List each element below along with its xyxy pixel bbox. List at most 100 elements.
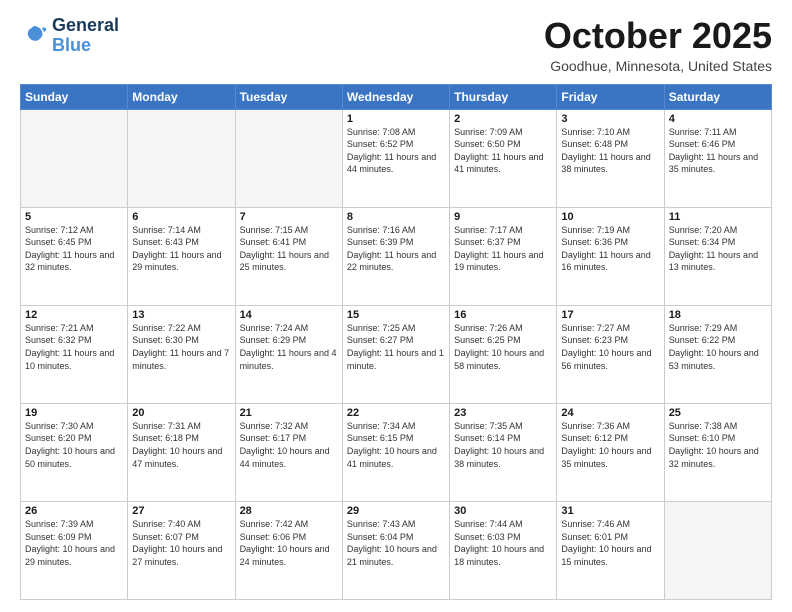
calendar-cell: 23Sunrise: 7:35 AM Sunset: 6:14 PM Dayli… [450,403,557,501]
day-number: 7 [240,211,338,223]
day-info: Sunrise: 7:38 AM Sunset: 6:10 PM Dayligh… [669,420,767,470]
calendar-day-header: Monday [128,84,235,109]
title-area: October 2025 Goodhue, Minnesota, United … [544,16,772,74]
location: Goodhue, Minnesota, United States [544,58,772,74]
day-number: 17 [561,309,659,321]
day-info: Sunrise: 7:10 AM Sunset: 6:48 PM Dayligh… [561,126,659,176]
day-info: Sunrise: 7:25 AM Sunset: 6:27 PM Dayligh… [347,322,445,372]
month-title: October 2025 [544,16,772,56]
calendar-cell: 1Sunrise: 7:08 AM Sunset: 6:52 PM Daylig… [342,109,449,207]
day-number: 22 [347,407,445,419]
calendar-cell: 27Sunrise: 7:40 AM Sunset: 6:07 PM Dayli… [128,501,235,599]
calendar-cell: 4Sunrise: 7:11 AM Sunset: 6:46 PM Daylig… [664,109,771,207]
calendar-cell: 9Sunrise: 7:17 AM Sunset: 6:37 PM Daylig… [450,207,557,305]
day-info: Sunrise: 7:43 AM Sunset: 6:04 PM Dayligh… [347,518,445,568]
calendar-day-header: Tuesday [235,84,342,109]
day-number: 18 [669,309,767,321]
day-number: 23 [454,407,552,419]
day-info: Sunrise: 7:46 AM Sunset: 6:01 PM Dayligh… [561,518,659,568]
day-info: Sunrise: 7:44 AM Sunset: 6:03 PM Dayligh… [454,518,552,568]
calendar-cell: 21Sunrise: 7:32 AM Sunset: 6:17 PM Dayli… [235,403,342,501]
calendar-cell: 30Sunrise: 7:44 AM Sunset: 6:03 PM Dayli… [450,501,557,599]
day-info: Sunrise: 7:34 AM Sunset: 6:15 PM Dayligh… [347,420,445,470]
day-info: Sunrise: 7:16 AM Sunset: 6:39 PM Dayligh… [347,224,445,274]
day-number: 11 [669,211,767,223]
calendar-cell: 16Sunrise: 7:26 AM Sunset: 6:25 PM Dayli… [450,305,557,403]
calendar-cell: 26Sunrise: 7:39 AM Sunset: 6:09 PM Dayli… [21,501,128,599]
calendar-cell: 7Sunrise: 7:15 AM Sunset: 6:41 PM Daylig… [235,207,342,305]
calendar-cell: 3Sunrise: 7:10 AM Sunset: 6:48 PM Daylig… [557,109,664,207]
calendar-week-row: 26Sunrise: 7:39 AM Sunset: 6:09 PM Dayli… [21,501,772,599]
day-info: Sunrise: 7:26 AM Sunset: 6:25 PM Dayligh… [454,322,552,372]
header: General Blue October 2025 Goodhue, Minne… [20,16,772,74]
calendar-cell: 15Sunrise: 7:25 AM Sunset: 6:27 PM Dayli… [342,305,449,403]
day-info: Sunrise: 7:19 AM Sunset: 6:36 PM Dayligh… [561,224,659,274]
day-number: 16 [454,309,552,321]
calendar-table: SundayMondayTuesdayWednesdayThursdayFrid… [20,84,772,600]
day-info: Sunrise: 7:35 AM Sunset: 6:14 PM Dayligh… [454,420,552,470]
day-number: 19 [25,407,123,419]
day-number: 25 [669,407,767,419]
calendar-cell: 29Sunrise: 7:43 AM Sunset: 6:04 PM Dayli… [342,501,449,599]
calendar-cell: 25Sunrise: 7:38 AM Sunset: 6:10 PM Dayli… [664,403,771,501]
day-number: 29 [347,505,445,517]
day-number: 6 [132,211,230,223]
logo: General Blue [20,16,119,56]
day-info: Sunrise: 7:15 AM Sunset: 6:41 PM Dayligh… [240,224,338,274]
day-info: Sunrise: 7:21 AM Sunset: 6:32 PM Dayligh… [25,322,123,372]
day-info: Sunrise: 7:27 AM Sunset: 6:23 PM Dayligh… [561,322,659,372]
day-number: 21 [240,407,338,419]
calendar-header-row: SundayMondayTuesdayWednesdayThursdayFrid… [21,84,772,109]
day-number: 30 [454,505,552,517]
day-number: 13 [132,309,230,321]
day-info: Sunrise: 7:20 AM Sunset: 6:34 PM Dayligh… [669,224,767,274]
day-number: 1 [347,113,445,125]
calendar-cell [664,501,771,599]
day-info: Sunrise: 7:09 AM Sunset: 6:50 PM Dayligh… [454,126,552,176]
calendar-day-header: Saturday [664,84,771,109]
calendar-cell: 20Sunrise: 7:31 AM Sunset: 6:18 PM Dayli… [128,403,235,501]
page: General Blue October 2025 Goodhue, Minne… [0,0,792,612]
day-number: 2 [454,113,552,125]
calendar-cell: 19Sunrise: 7:30 AM Sunset: 6:20 PM Dayli… [21,403,128,501]
calendar-day-header: Wednesday [342,84,449,109]
day-number: 3 [561,113,659,125]
day-number: 10 [561,211,659,223]
calendar-cell [235,109,342,207]
day-info: Sunrise: 7:39 AM Sunset: 6:09 PM Dayligh… [25,518,123,568]
day-info: Sunrise: 7:36 AM Sunset: 6:12 PM Dayligh… [561,420,659,470]
calendar-cell [21,109,128,207]
day-info: Sunrise: 7:40 AM Sunset: 6:07 PM Dayligh… [132,518,230,568]
day-number: 8 [347,211,445,223]
calendar-day-header: Friday [557,84,664,109]
day-info: Sunrise: 7:14 AM Sunset: 6:43 PM Dayligh… [132,224,230,274]
calendar-cell: 8Sunrise: 7:16 AM Sunset: 6:39 PM Daylig… [342,207,449,305]
logo-text: General Blue [52,16,119,56]
calendar-day-header: Sunday [21,84,128,109]
calendar-cell: 18Sunrise: 7:29 AM Sunset: 6:22 PM Dayli… [664,305,771,403]
day-info: Sunrise: 7:12 AM Sunset: 6:45 PM Dayligh… [25,224,123,274]
day-number: 4 [669,113,767,125]
calendar-cell: 22Sunrise: 7:34 AM Sunset: 6:15 PM Dayli… [342,403,449,501]
day-info: Sunrise: 7:17 AM Sunset: 6:37 PM Dayligh… [454,224,552,274]
day-info: Sunrise: 7:32 AM Sunset: 6:17 PM Dayligh… [240,420,338,470]
day-number: 24 [561,407,659,419]
calendar-cell: 28Sunrise: 7:42 AM Sunset: 6:06 PM Dayli… [235,501,342,599]
day-number: 31 [561,505,659,517]
day-number: 26 [25,505,123,517]
calendar-cell: 31Sunrise: 7:46 AM Sunset: 6:01 PM Dayli… [557,501,664,599]
calendar-cell: 2Sunrise: 7:09 AM Sunset: 6:50 PM Daylig… [450,109,557,207]
day-info: Sunrise: 7:11 AM Sunset: 6:46 PM Dayligh… [669,126,767,176]
calendar-cell: 5Sunrise: 7:12 AM Sunset: 6:45 PM Daylig… [21,207,128,305]
day-number: 28 [240,505,338,517]
day-number: 9 [454,211,552,223]
calendar-week-row: 12Sunrise: 7:21 AM Sunset: 6:32 PM Dayli… [21,305,772,403]
day-number: 12 [25,309,123,321]
day-info: Sunrise: 7:31 AM Sunset: 6:18 PM Dayligh… [132,420,230,470]
calendar-week-row: 5Sunrise: 7:12 AM Sunset: 6:45 PM Daylig… [21,207,772,305]
day-info: Sunrise: 7:29 AM Sunset: 6:22 PM Dayligh… [669,322,767,372]
calendar-cell: 24Sunrise: 7:36 AM Sunset: 6:12 PM Dayli… [557,403,664,501]
calendar-cell: 12Sunrise: 7:21 AM Sunset: 6:32 PM Dayli… [21,305,128,403]
calendar-cell [128,109,235,207]
calendar-cell: 6Sunrise: 7:14 AM Sunset: 6:43 PM Daylig… [128,207,235,305]
